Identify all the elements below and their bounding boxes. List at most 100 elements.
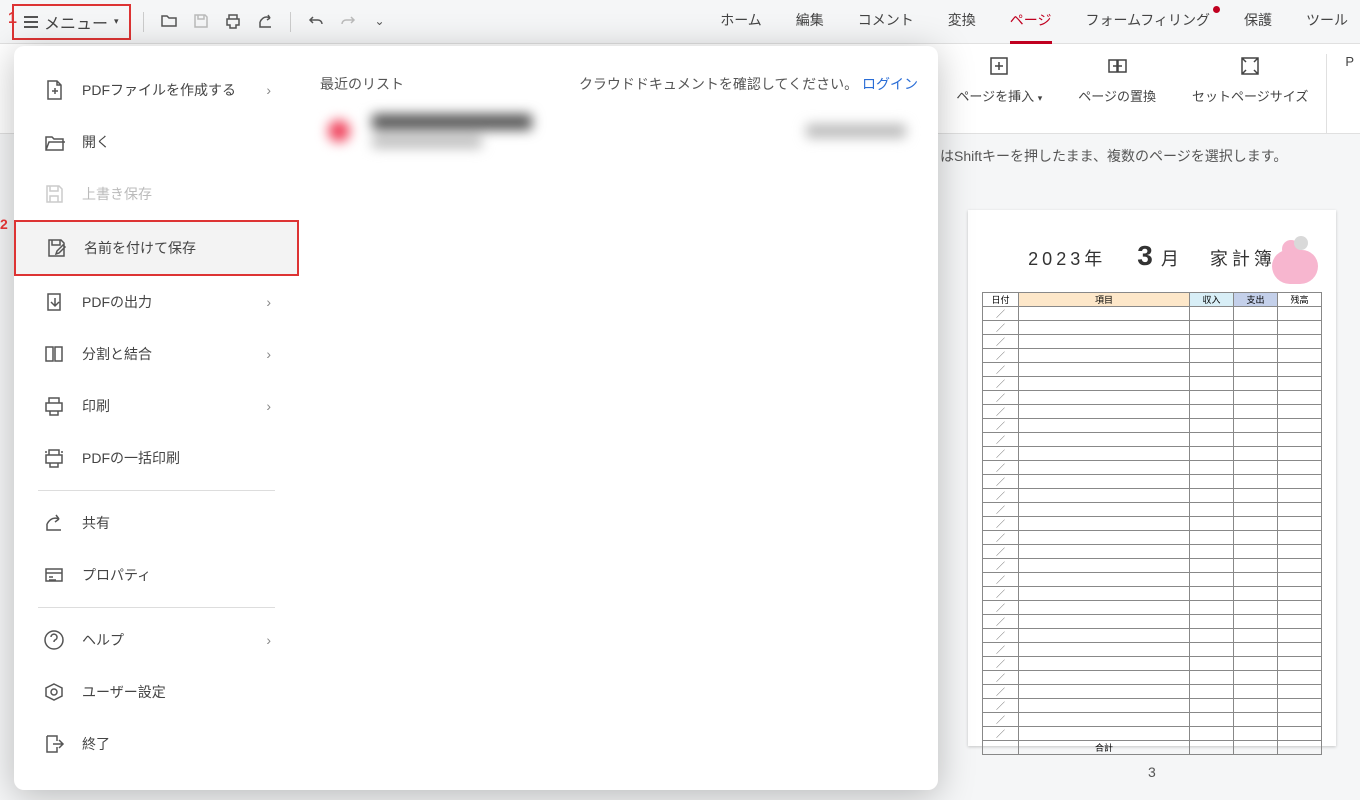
separator: [143, 12, 144, 32]
sidebar-item-label: PDFの一括印刷: [82, 448, 180, 468]
redo-icon[interactable]: [339, 12, 357, 30]
page-number: 3: [1148, 764, 1156, 780]
sidebar-item-save: 上書き保存: [14, 168, 299, 220]
save-icon[interactable]: [192, 12, 210, 30]
chevron-right-icon: ›: [266, 294, 271, 310]
tab-7[interactable]: ツール: [1306, 10, 1348, 34]
tab-2[interactable]: コメント: [858, 10, 914, 34]
table-row: ／: [983, 503, 1322, 517]
sidebar-item-export[interactable]: PDFの出力 ›: [14, 276, 299, 328]
table-row: ／: [983, 489, 1322, 503]
batchprint-icon: [42, 446, 66, 470]
undo-icon[interactable]: [307, 12, 325, 30]
menu-label: メニュー: [44, 10, 108, 34]
ribbon-replace[interactable]: ページの置換: [1060, 54, 1174, 133]
cloud-prompt: クラウドドキュメントを確認してください。 ログイン: [579, 74, 918, 94]
sidebar-item-new[interactable]: PDFファイルを作成する ›: [14, 64, 299, 116]
table-row: ／: [983, 475, 1322, 489]
share-icon[interactable]: [256, 12, 274, 30]
sidebar-item-help[interactable]: ヘルプ›: [14, 614, 299, 666]
table-row: ／: [983, 461, 1322, 475]
table-row: ／: [983, 391, 1322, 405]
table-row: ／: [983, 573, 1322, 587]
hamburger-icon: [24, 16, 38, 28]
tab-strip: ホーム 編集 コメント 変換 ページ フォームフィリング 保護 ツール: [720, 10, 1348, 34]
save-icon: [42, 182, 66, 206]
sidebar-item-split[interactable]: 分割と結合 ›: [14, 328, 299, 380]
table-row: ／: [983, 629, 1322, 643]
table-row: ／: [983, 559, 1322, 573]
sidebar-item-label: 終了: [82, 734, 110, 754]
preview-title: 2023年 3月 家計簿: [982, 240, 1322, 272]
table-row: ／: [983, 713, 1322, 727]
dropdown-caret-icon: ▾: [114, 16, 119, 27]
quick-access-toolbar: ⌄: [141, 12, 389, 32]
table-row: ／: [983, 685, 1322, 699]
table-row: ／: [983, 531, 1322, 545]
open-icon[interactable]: [160, 12, 178, 30]
login-link[interactable]: ログイン: [862, 76, 918, 92]
share-icon: [42, 511, 66, 535]
table-row: ／: [983, 363, 1322, 377]
table-row: ／: [983, 419, 1322, 433]
sidebar-item-label: 上書き保存: [82, 184, 152, 204]
sidebar-item-exit[interactable]: 終了: [14, 718, 299, 770]
tab-4[interactable]: ページ: [1010, 10, 1052, 34]
table-row: ／: [983, 671, 1322, 685]
sidebar-item-label: PDFファイルを作成する: [82, 80, 236, 100]
chevron-right-icon: ›: [266, 82, 271, 98]
pig-illustration: [1272, 250, 1318, 284]
app-menu-dropdown: PDFファイルを作成する›開く上書き保存名前を付けて保存PDFの出力›分割と結合…: [14, 46, 938, 790]
ribbon-cut: P: [1326, 54, 1354, 133]
sidebar-item-prop[interactable]: プロパティ: [14, 549, 299, 601]
recent-panel: 最近のリスト クラウドドキュメントを確認してください。 ログイン: [300, 46, 938, 790]
sidebar-item-label: ヘルプ: [82, 630, 124, 650]
recent-item-blurred[interactable]: [320, 112, 918, 150]
sidebar-item-saveas[interactable]: 名前を付けて保存: [14, 220, 299, 276]
table-row: ／: [983, 699, 1322, 713]
help-icon: [42, 628, 66, 652]
insert-icon: [987, 54, 1011, 78]
sidebar-item-label: ユーザー設定: [82, 682, 166, 702]
sidebar-item-open[interactable]: 開く: [14, 116, 299, 168]
ribbon-size[interactable]: セットページサイズ: [1174, 54, 1326, 133]
sidebar-item-label: PDFの出力: [82, 292, 152, 312]
chevron-right-icon: ›: [266, 346, 271, 362]
menu-button[interactable]: メニュー ▾: [12, 4, 131, 40]
sidebar-item-print[interactable]: 印刷›: [14, 380, 299, 432]
table-row: ／: [983, 307, 1322, 321]
recent-title: 最近のリスト: [320, 74, 404, 94]
open-icon: [42, 130, 66, 154]
sidebar-item-share[interactable]: 共有: [14, 497, 299, 549]
table-row: ／: [983, 615, 1322, 629]
tab-3[interactable]: 変換: [948, 10, 976, 34]
table-row: ／: [983, 447, 1322, 461]
topbar: メニュー ▾ ⌄ ホーム 編集 コメント 変換 ページ フォームフィリング 保護 ツール: [0, 0, 1360, 44]
tab-5[interactable]: フォームフィリング: [1086, 10, 1210, 34]
saveas-icon: [44, 236, 68, 260]
notification-dot-icon: [1213, 6, 1220, 13]
print-icon: [42, 394, 66, 418]
replace-icon: [1105, 54, 1129, 78]
tab-0[interactable]: ホーム: [720, 10, 762, 34]
table-row: ／: [983, 601, 1322, 615]
print-icon[interactable]: [224, 12, 242, 30]
table-row: ／: [983, 727, 1322, 741]
tab-1[interactable]: 編集: [796, 10, 824, 34]
page-thumbnail[interactable]: 2023年 3月 家計簿 日付 項目 収入 支出 残高 ／／／／／／／／／／／／…: [968, 210, 1336, 746]
table-row: ／: [983, 335, 1322, 349]
sidebar-item-batchprint[interactable]: PDFの一括印刷: [14, 432, 299, 484]
size-icon: [1238, 54, 1262, 78]
sidebar-item-label: 分割と結合: [82, 344, 152, 364]
export-icon: [42, 290, 66, 314]
qat-more-icon[interactable]: ⌄: [371, 12, 389, 30]
new-icon: [42, 78, 66, 102]
sidebar-item-label: 開く: [82, 132, 110, 152]
table-row: ／: [983, 405, 1322, 419]
tab-6[interactable]: 保護: [1244, 10, 1272, 34]
ribbon-insert[interactable]: ページを挿入 ▾: [938, 54, 1060, 133]
separator: [290, 12, 291, 32]
sidebar: PDFファイルを作成する›開く上書き保存名前を付けて保存PDFの出力›分割と結合…: [14, 46, 300, 790]
table-row: ／: [983, 377, 1322, 391]
sidebar-item-settings[interactable]: ユーザー設定: [14, 666, 299, 718]
